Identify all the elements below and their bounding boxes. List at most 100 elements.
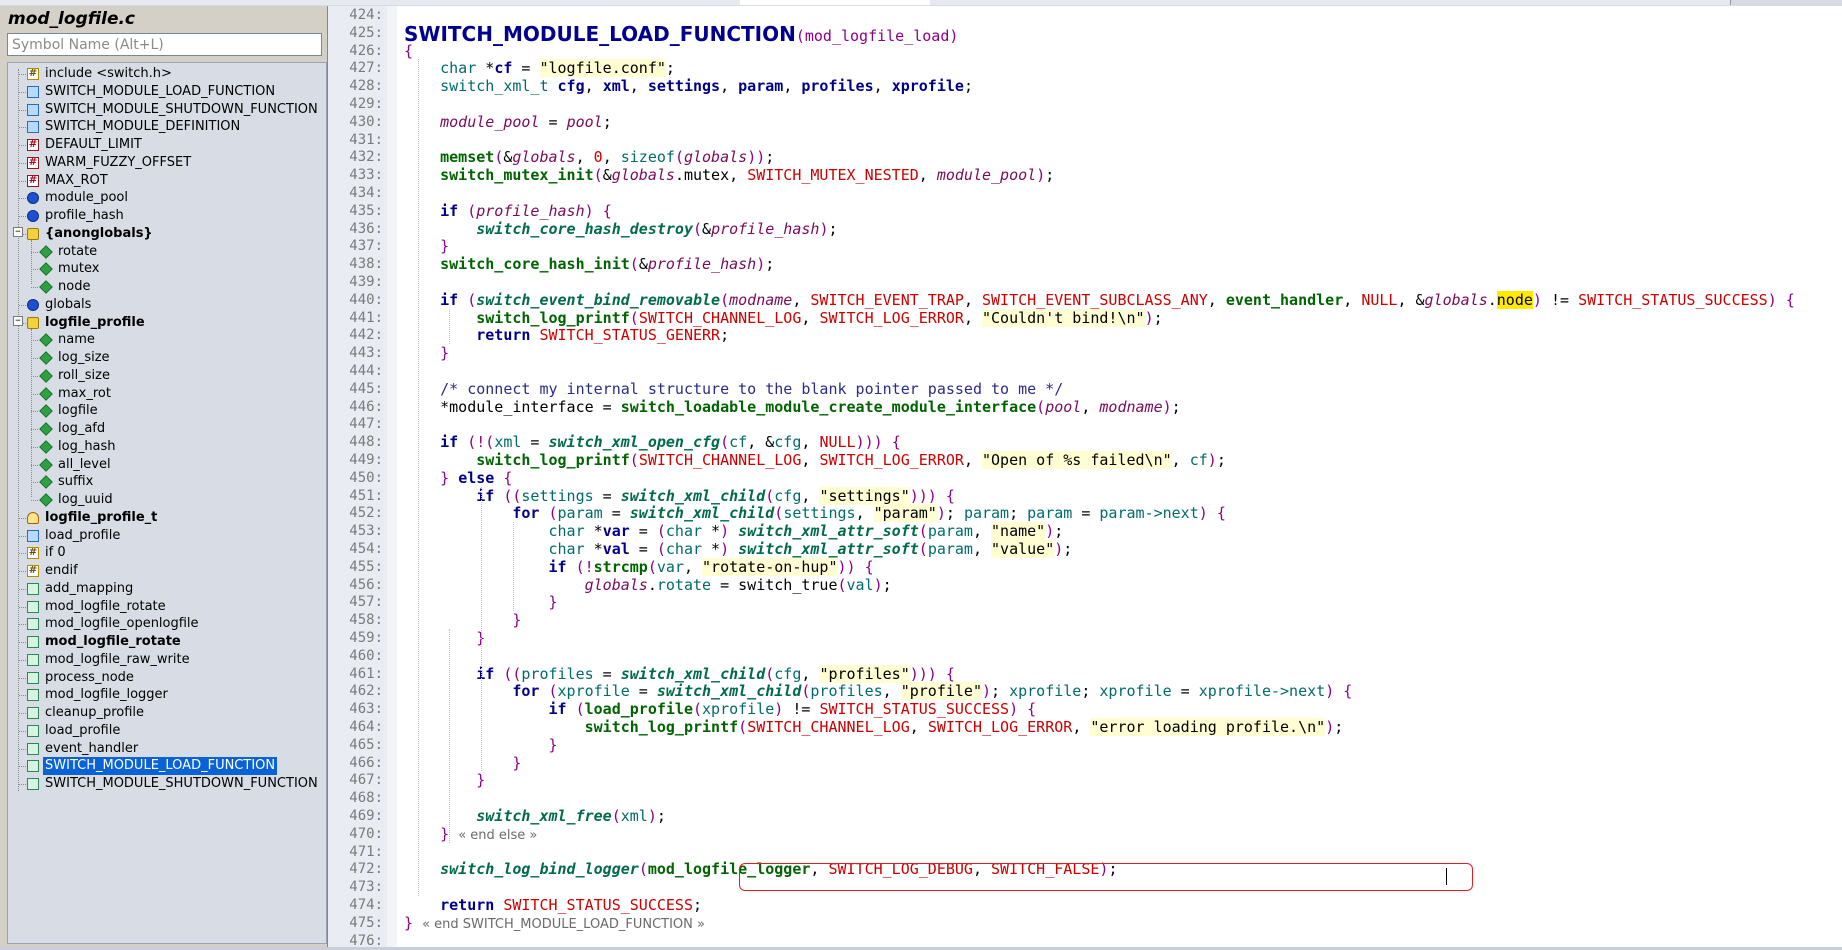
symbol-tree-item[interactable]: # include <switch.h> xyxy=(8,65,326,83)
code-editor[interactable]: 424: 425: 426: 427: 428: 429: 430: 431: 432: 433:… xyxy=(328,6,1842,949)
code-line[interactable]: switch_log_printf(SWITCH_CHANNEL_LOG, SW… xyxy=(404,308,1163,327)
code-line[interactable]: module_pool = pool; xyxy=(404,113,612,131)
code-line[interactable]: return SWITCH_STATUS_SUCCESS; xyxy=(404,896,702,914)
symbol-tree-item[interactable]: SWITCH_MODULE_SHUTDOWN_FUNCTION xyxy=(8,775,326,793)
file-tab[interactable] xyxy=(1420,0,1581,5)
code-line[interactable]: globals.rotate = switch_true(val); xyxy=(404,576,892,594)
code-line[interactable]: switch_core_hash_destroy(&profile_hash); xyxy=(404,220,837,238)
file-tab-active[interactable] xyxy=(740,0,931,5)
code-token: event_handler xyxy=(1225,290,1344,309)
code-line[interactable]: switch_mutex_init(&globals.mutex, SWITCH… xyxy=(404,166,1054,184)
code-line[interactable]: if (!(xml = switch_xml_open_cfg(cf, &cfg… xyxy=(404,433,901,451)
code-line[interactable]: memset(&globals, 0, sizeof(globals)); xyxy=(404,148,774,166)
symbol-tree-item[interactable]: mod_logfile_rotate xyxy=(8,633,326,651)
symbol-tree-item[interactable]: process_node xyxy=(8,669,326,687)
file-tab[interactable] xyxy=(1090,0,1261,5)
file-tab[interactable] xyxy=(70,0,201,5)
code-line[interactable]: /* connect my internal structure to the … xyxy=(404,380,1063,398)
code-line[interactable]: if ((settings = switch_xml_child(cfg, "s… xyxy=(404,486,955,505)
symbol-tree-item[interactable]: event_handler xyxy=(8,740,326,758)
file-tab[interactable] xyxy=(200,0,331,5)
symbol-tree-item[interactable]: mutex xyxy=(8,260,326,278)
file-tab[interactable] xyxy=(0,0,71,5)
symbol-tree-item[interactable]: mod_logfile_rotate xyxy=(8,598,326,616)
symbol-tree-item[interactable]: − logfile_profile xyxy=(8,314,326,498)
symbol-tree-item[interactable]: SWITCH_MODULE_SHUTDOWN_FUNCTION xyxy=(8,101,326,119)
symbol-search-input[interactable] xyxy=(7,33,322,56)
symbol-tree-item[interactable]: suffix xyxy=(8,473,326,491)
code-line[interactable]: switch_log_printf(SWITCH_CHANNEL_LOG, SW… xyxy=(404,718,1343,736)
symbol-tree-item[interactable]: # WARM_FUZZY_OFFSET xyxy=(8,154,326,172)
code-line[interactable]: char *var = (char *) switch_xml_attr_sof… xyxy=(404,522,1063,541)
symbol-tree-item[interactable]: log_uuid xyxy=(8,491,326,509)
code-line[interactable]: } xyxy=(404,611,521,629)
symbol-tree-item[interactable]: all_level xyxy=(8,456,326,474)
symbol-tree-item[interactable]: max_rot xyxy=(8,385,326,403)
symbol-tree[interactable]: # include <switch.h> SWITCH_MODULE_LOAD_FU… xyxy=(7,62,327,944)
symbol-tree-item[interactable]: load_profile xyxy=(8,722,326,740)
symbol-tree-item[interactable]: SWITCH_MODULE_DEFINITION xyxy=(8,118,326,136)
code-line[interactable]: switch_xml_free(xml); xyxy=(404,807,666,825)
symbol-tree-item[interactable]: load_profile xyxy=(8,527,326,545)
symbol-tree-item[interactable]: module_pool xyxy=(8,189,326,207)
symbol-tree-item[interactable]: # MAX_ROT xyxy=(8,172,326,190)
file-tab[interactable] xyxy=(595,0,741,5)
code-line[interactable]: *module_interface = switch_loadable_modu… xyxy=(404,398,1181,416)
code-line[interactable]: } xyxy=(404,344,449,362)
code-line[interactable]: } xyxy=(404,629,485,647)
code-line[interactable]: } else { xyxy=(404,469,512,487)
file-tab[interactable] xyxy=(330,0,466,5)
code-line[interactable]: for (param = switch_xml_child(settings, … xyxy=(404,504,1226,523)
symbol-tree-item[interactable]: add_mapping xyxy=(8,580,326,598)
symbol-tree-item[interactable]: name xyxy=(8,331,326,349)
file-tab[interactable] xyxy=(465,0,596,5)
code-line[interactable]: if (!strcmp(var, "rotate-on-hup")) { xyxy=(404,557,874,576)
code-line[interactable]: for (xprofile = switch_xml_child(profile… xyxy=(404,682,1352,701)
code-line[interactable]: if (profile_hash) { xyxy=(404,202,612,220)
code-line[interactable]: } « end else » xyxy=(404,825,537,843)
symbol-tree-item[interactable]: roll_size xyxy=(8,367,326,385)
symbol-tree-item[interactable]: SWITCH_MODULE_LOAD_FUNCTION xyxy=(8,757,326,776)
prototype-icon xyxy=(27,707,39,719)
code-line[interactable]: if (load_profile(xprofile) != SWITCH_STA… xyxy=(404,700,1037,718)
code-line[interactable]: SWITCH_MODULE_LOAD_FUNCTION(mod_logfile_… xyxy=(404,22,958,46)
symbol-tree-item[interactable]: rotate xyxy=(8,243,326,261)
symbol-tree-item[interactable]: # if 0 xyxy=(8,544,326,562)
symbol-tree-item[interactable]: log_size xyxy=(8,349,326,367)
symbol-tree-item[interactable]: logfile xyxy=(8,402,326,420)
code-line[interactable]: if (switch_event_bind_removable(modname,… xyxy=(404,290,1795,309)
file-tab[interactable] xyxy=(930,0,1091,5)
code-line[interactable]: switch_core_hash_init(&profile_hash); xyxy=(404,255,774,273)
symbol-tree-item[interactable]: # endif xyxy=(8,562,326,580)
code-line[interactable]: } xyxy=(404,237,449,255)
code-line[interactable]: char *cf = "logfile.conf"; xyxy=(404,59,675,78)
symbol-tree-item[interactable]: mod_logfile_raw_write xyxy=(8,651,326,669)
symbol-tree-item[interactable]: globals xyxy=(8,296,326,314)
code-token: , xyxy=(972,540,992,558)
fold-margin[interactable] xyxy=(387,6,397,947)
symbol-tree-item[interactable]: profile_hash xyxy=(8,207,326,225)
code-line[interactable]: return SWITCH_STATUS_GENERR; xyxy=(404,326,729,344)
collapse-toggle-icon[interactable]: − xyxy=(13,226,23,237)
symbol-tree-item[interactable]: log_hash xyxy=(8,438,326,456)
symbol-tree-item[interactable]: cleanup_profile xyxy=(8,704,326,722)
symbol-tree-item[interactable]: node xyxy=(8,278,326,296)
symbol-tree-item[interactable]: mod_logfile_logger xyxy=(8,686,326,704)
symbol-tree-item[interactable]: log_afd xyxy=(8,420,326,438)
code-line[interactable]: } xyxy=(404,754,521,772)
symbol-tree-item[interactable]: SWITCH_MODULE_LOAD_FUNCTION xyxy=(8,83,326,101)
file-tab[interactable] xyxy=(1580,0,1731,5)
symbol-tree-item[interactable]: # DEFAULT_LIMIT xyxy=(8,136,326,154)
code-line[interactable]: switch_log_printf(SWITCH_CHANNEL_LOG, SW… xyxy=(404,451,1226,469)
symbol-tree-item[interactable]: logfile_profile_t xyxy=(8,509,326,527)
code-line[interactable]: { xyxy=(404,42,413,60)
code-line[interactable]: } xyxy=(404,771,485,789)
code-line[interactable]: if ((profiles = switch_xml_child(cfg, "p… xyxy=(404,664,955,683)
code-line[interactable]: switch_xml_t cfg, xml, settings, param, … xyxy=(404,77,973,95)
code-line[interactable]: } « end SWITCH_MODULE_LOAD_FUNCTION » xyxy=(404,914,705,932)
collapse-toggle-icon[interactable]: − xyxy=(13,315,23,326)
symbol-tree-item[interactable]: − {anonglobals} xyxy=(8,225,326,285)
code-line[interactable]: char *val = (char *) switch_xml_attr_sof… xyxy=(404,540,1072,558)
file-tab[interactable] xyxy=(1260,0,1421,5)
symbol-tree-item[interactable]: mod_logfile_openlogfile xyxy=(8,615,326,633)
